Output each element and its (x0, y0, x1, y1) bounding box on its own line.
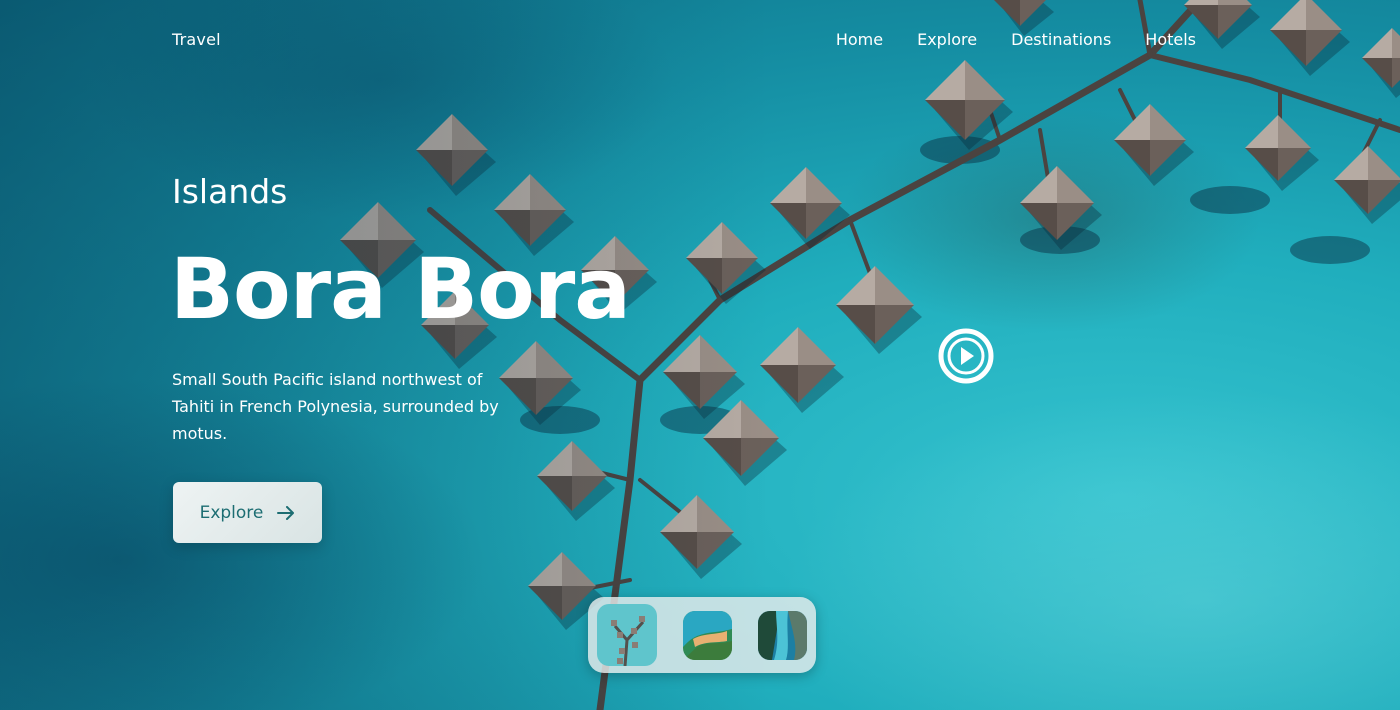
nav-destinations[interactable]: Destinations (1011, 30, 1111, 49)
play-video-button[interactable] (937, 327, 995, 385)
thumbnail-lagoon-cliffs[interactable] (758, 611, 807, 660)
hero-description: Small South Pacific island northwest of … (172, 370, 499, 443)
nav-hotels[interactable]: Hotels (1145, 30, 1196, 49)
arrow-right-icon (277, 505, 295, 520)
nav-home[interactable]: Home (836, 30, 883, 49)
thumbnail-bungalows[interactable] (597, 604, 657, 666)
explore-button[interactable]: Explore (173, 482, 322, 543)
hero-eyebrow: Islands (172, 172, 288, 211)
explore-button-label: Explore (199, 502, 264, 523)
play-icon (938, 328, 994, 384)
thumbnail-carousel (588, 597, 816, 673)
hero-title: Bora Bora (170, 240, 631, 338)
brand-logo[interactable]: Travel (172, 30, 221, 49)
hero-section: Travel Home Explore Destinations Hotels … (0, 0, 1400, 710)
thumbnail-island-beach[interactable] (683, 611, 732, 660)
main-nav: Home Explore Destinations Hotels (836, 30, 1196, 49)
nav-explore[interactable]: Explore (917, 30, 977, 49)
